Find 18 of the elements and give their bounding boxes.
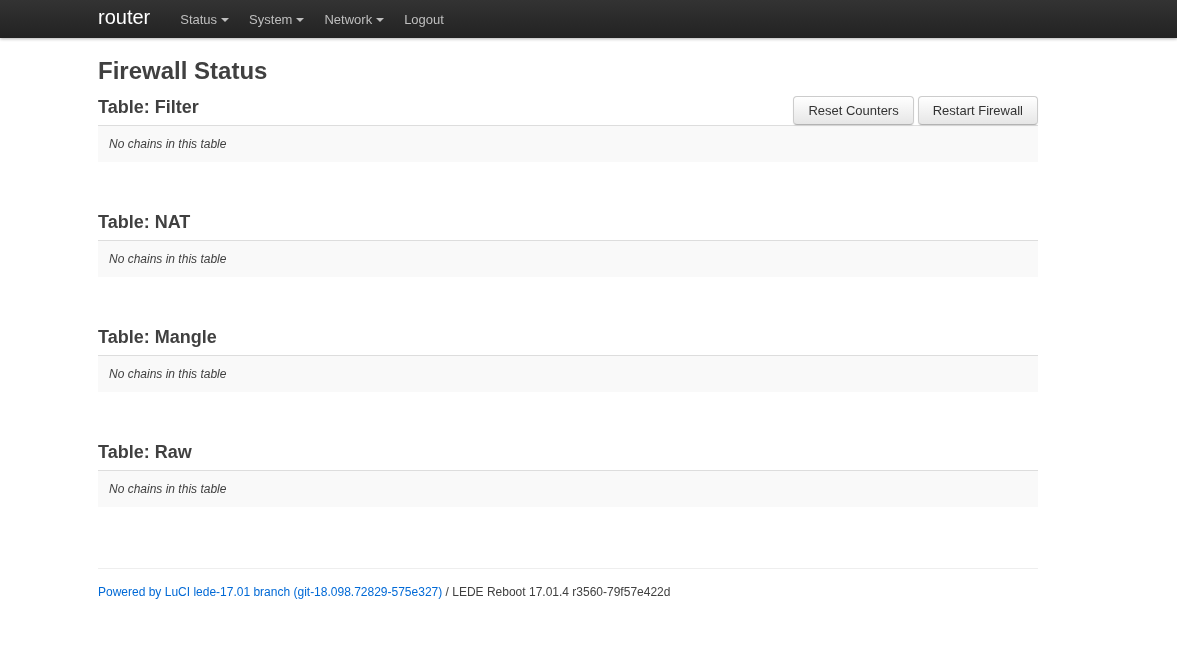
action-button[interactable]: Restart Firewall [917, 96, 1038, 125]
table-heading: Table: Filter [98, 97, 199, 119]
footer-link[interactable]: Powered by LuCI lede-17.01 branch (git-18.098.72829-575e327) [98, 585, 443, 599]
menu-item[interactable]: Logout [394, 11, 454, 27]
menu-item[interactable]: Network [314, 11, 395, 27]
menu-item[interactable]: System [239, 11, 315, 27]
empty-message: No chains in this table [109, 137, 227, 151]
empty-message: No chains in this table [109, 482, 227, 496]
menu-item[interactable]: Status [170, 11, 240, 27]
empty-message: No chains in this table [109, 252, 227, 266]
table-heading: Table: Raw [98, 442, 193, 464]
empty-message: No chains in this table [109, 367, 227, 381]
brand-link[interactable]: router [98, 5, 151, 33]
action-button[interactable]: Reset Counters [793, 96, 914, 125]
page-title: Firewall Status [98, 57, 269, 85]
table-heading: Table: NAT [98, 212, 192, 234]
footer-text: Powered by LuCI lede-17.01 branch (git-18.098.72829-575e327) / LEDE Reboot 17.01.4 r3560-79f57e422d [98, 585, 672, 599]
table-heading: Table: Mangle [98, 327, 218, 349]
